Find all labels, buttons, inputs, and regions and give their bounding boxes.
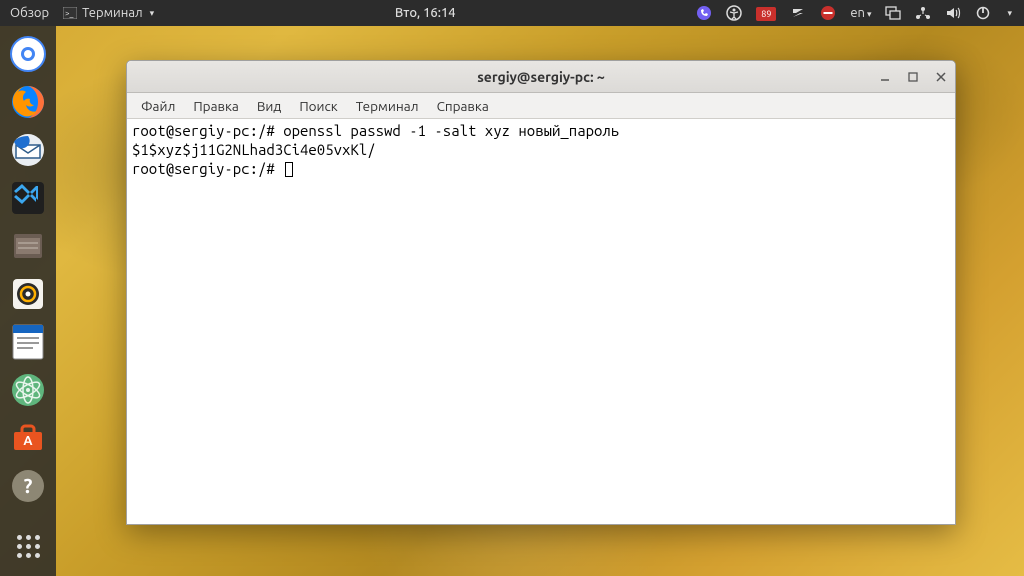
network-icon[interactable] <box>915 6 931 20</box>
dock-media[interactable] <box>8 274 48 314</box>
chevron-down-icon: ▾ <box>1007 8 1012 19</box>
terminal-window: sergiy@sergiy-pc: ~ Файл Правка Вид Поис… <box>126 60 956 525</box>
dock-atom[interactable] <box>8 370 48 410</box>
status-area: 89 en▾ ▾ <box>696 5 1024 21</box>
dock-software[interactable]: A <box>8 418 48 458</box>
apps-grid-icon <box>17 535 40 558</box>
dock-firefox[interactable] <box>8 82 48 122</box>
menubar: Файл Правка Вид Поиск Терминал Справка <box>127 93 955 119</box>
command-text: openssl passwd -1 -salt xyz новый_пароль <box>283 122 619 139</box>
dock-help[interactable]: ? <box>8 466 48 506</box>
output-line: $1$xyz$j11G2NLhad3Ci4e05vxKl/ <box>132 141 376 158</box>
update-badge[interactable]: 89 <box>756 6 776 21</box>
svg-text:A: A <box>23 434 33 448</box>
window-controls <box>877 69 949 85</box>
app-menu-label: Терминал <box>82 6 142 20</box>
dock-vscode[interactable] <box>8 178 48 218</box>
no-entry-icon[interactable] <box>820 5 836 21</box>
terminal-output[interactable]: root@sergiy-pc:/# openssl passwd -1 -sal… <box>127 119 955 524</box>
titlebar[interactable]: sergiy@sergiy-pc: ~ <box>127 61 955 93</box>
menu-view[interactable]: Вид <box>249 95 289 117</box>
menu-search[interactable]: Поиск <box>291 95 345 117</box>
svg-text:>_: >_ <box>65 9 74 18</box>
maximize-button[interactable] <box>905 69 921 85</box>
svg-text:?: ? <box>24 474 33 497</box>
dock-thunderbird[interactable] <box>8 130 48 170</box>
dock: A ? <box>0 26 56 576</box>
zorin-icon[interactable] <box>790 5 806 21</box>
prompt: root@sergiy-pc:/# <box>132 122 283 139</box>
clock[interactable]: Вто, 16:14 <box>154 6 696 20</box>
volume-icon[interactable] <box>945 6 961 20</box>
menu-help[interactable]: Справка <box>429 95 497 117</box>
top-bar: Обзор >_ Терминал ▾ Вто, 16:14 89 en▾ <box>0 0 1024 26</box>
keyboard-layout[interactable]: en▾ <box>850 6 871 20</box>
terminal-icon: >_ <box>63 7 77 19</box>
menu-file[interactable]: Файл <box>133 95 183 117</box>
menu-terminal[interactable]: Терминал <box>348 95 427 117</box>
show-applications[interactable] <box>8 526 48 566</box>
close-button[interactable] <box>933 69 949 85</box>
screen-icon[interactable] <box>885 6 901 20</box>
window-title: sergiy@sergiy-pc: ~ <box>127 69 955 85</box>
viber-icon[interactable] <box>696 5 712 21</box>
app-menu[interactable]: >_ Терминал ▾ <box>63 6 154 20</box>
power-icon[interactable] <box>975 5 991 21</box>
menu-edit[interactable]: Правка <box>185 95 246 117</box>
accessibility-icon[interactable] <box>726 5 742 21</box>
dock-files[interactable] <box>8 226 48 266</box>
cursor-icon <box>285 162 293 177</box>
minimize-button[interactable] <box>877 69 893 85</box>
activities-button[interactable]: Обзор <box>10 6 49 20</box>
prompt: root@sergiy-pc:/# <box>132 160 283 177</box>
dock-writer[interactable] <box>8 322 48 362</box>
dock-chromium[interactable] <box>8 34 48 74</box>
